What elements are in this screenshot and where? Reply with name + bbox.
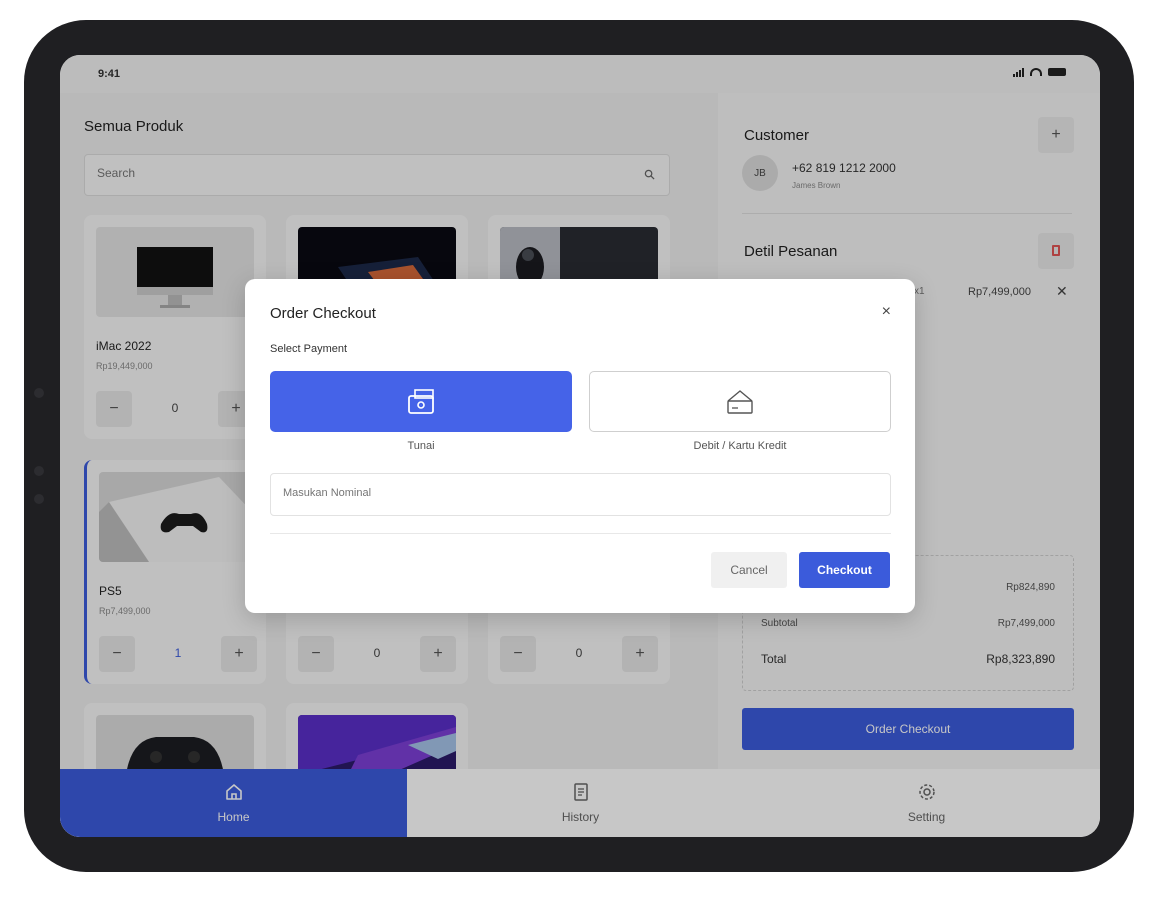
side-button <box>34 494 44 504</box>
nominal-input[interactable] <box>283 487 873 499</box>
checkout-button[interactable]: Checkout <box>799 552 890 588</box>
side-button <box>34 388 44 398</box>
cancel-button[interactable]: Cancel <box>711 552 787 588</box>
checkout-modal: Order Checkout × Select Payment Tunai De… <box>245 279 915 613</box>
modal-title: Order Checkout <box>270 305 376 322</box>
payment-option-cash[interactable] <box>270 371 572 432</box>
close-icon[interactable]: × <box>882 303 891 321</box>
payment-label: Debit / Kartu Kredit <box>693 440 787 452</box>
payment-option-card[interactable] <box>589 371 891 432</box>
card-wallet-icon <box>727 389 753 414</box>
cash-icon <box>408 388 434 414</box>
divider <box>270 533 891 534</box>
payment-subtitle: Select Payment <box>270 343 348 355</box>
side-button <box>34 466 44 476</box>
payment-label: Tunai <box>407 440 435 452</box>
nominal-field[interactable] <box>270 473 891 516</box>
